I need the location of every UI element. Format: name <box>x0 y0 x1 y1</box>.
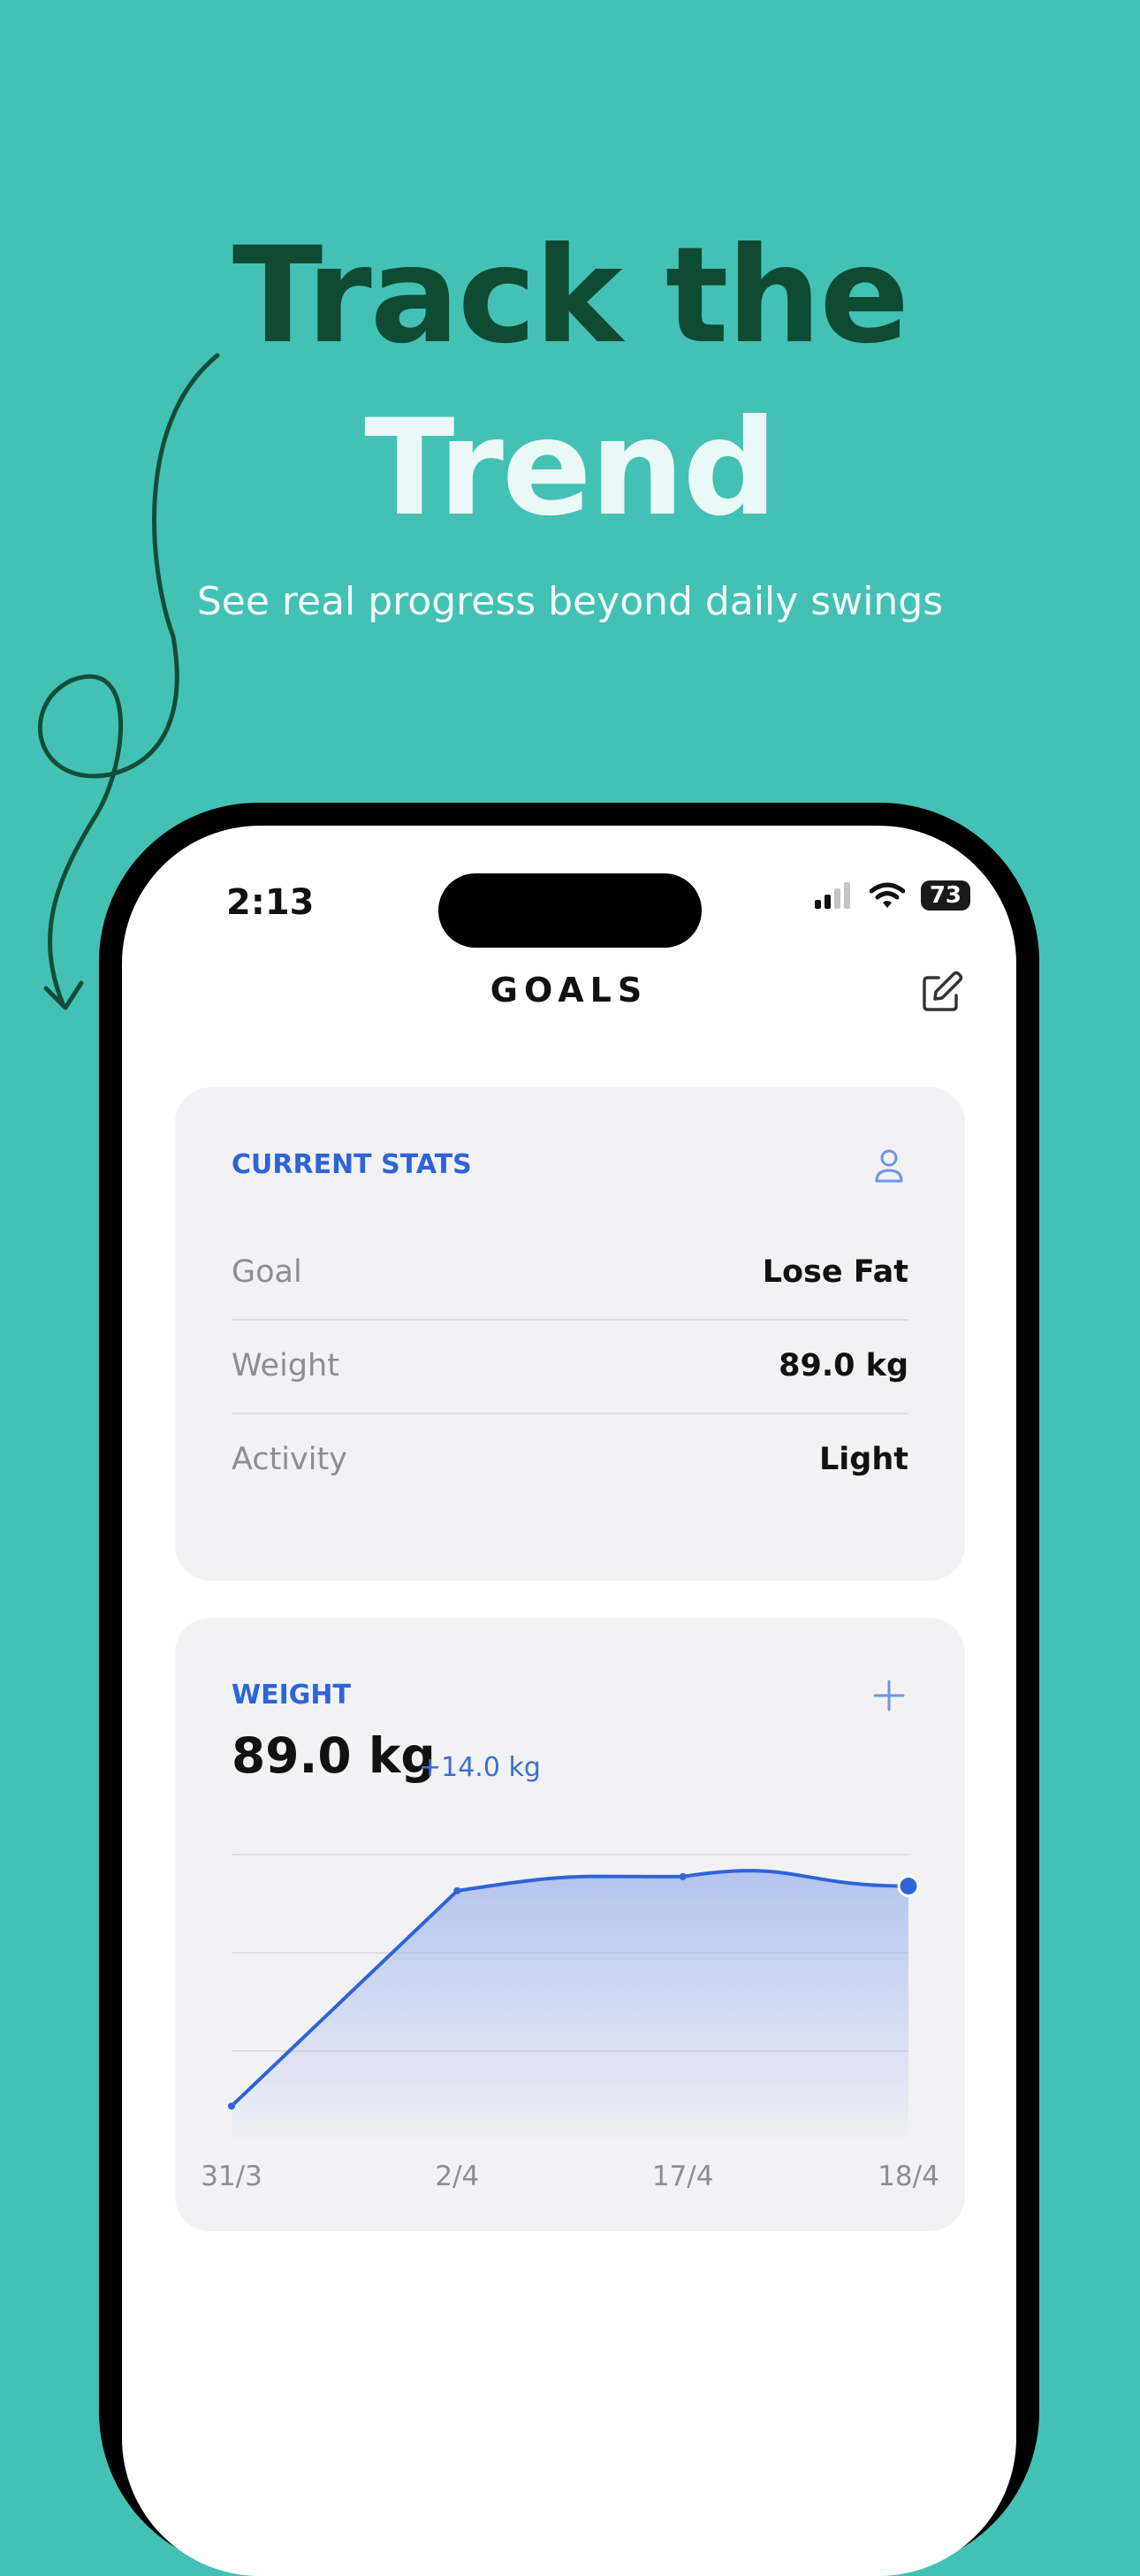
hero-title-line1: Track the <box>232 219 909 373</box>
page-title: GOALS <box>490 971 649 1010</box>
battery-icon: 73 <box>920 880 970 911</box>
edit-icon[interactable] <box>917 967 967 1017</box>
stat-row-weight: Weight 89.0 kg <box>232 1319 908 1414</box>
stat-value: 89.0 kg <box>779 1348 908 1383</box>
status-icons: 73 <box>814 880 970 911</box>
chart-x-label: 18/4 <box>878 2161 939 2192</box>
current-stats-label: CURRENT STATS <box>232 1149 472 1180</box>
phone-frame: 2:13 73 GOALS CURRENT STATS Goal Lose Fa… <box>99 803 1039 2576</box>
weight-card: WEIGHT 89.0 kg +14.0 kg 31/3 2/4 17/4 18/4 <box>175 1618 965 2231</box>
chart-x-label: 17/4 <box>652 2161 714 2192</box>
wifi-icon <box>869 882 905 908</box>
stat-row-goal: Goal Lose Fat <box>232 1225 908 1321</box>
stat-key: Activity <box>232 1442 347 1477</box>
chart-point <box>228 2102 235 2110</box>
chart-point <box>897 1875 920 1898</box>
stat-key: Goal <box>232 1254 302 1290</box>
phone-screen: 2:13 73 GOALS CURRENT STATS Goal Lose Fa… <box>122 826 1016 2576</box>
stat-value: Lose Fat <box>762 1254 908 1290</box>
chart-x-label: 31/3 <box>201 2161 262 2192</box>
weight-chart: 31/3 2/4 17/4 18/4 <box>201 1854 939 2192</box>
signal-icon <box>814 882 850 909</box>
chart-x-label: 2/4 <box>435 2161 479 2192</box>
status-time: 2:13 <box>226 882 315 923</box>
current-stats-card: CURRENT STATS Goal Lose Fat Weight 89.0 … <box>175 1087 965 1581</box>
hero-subtitle: See real progress beyond daily swings <box>196 579 944 624</box>
dynamic-island <box>438 873 702 948</box>
chart-point <box>679 1872 687 1880</box>
stat-value: Light <box>818 1442 908 1477</box>
chart-area <box>232 1871 908 2138</box>
hero-title-line2: Trend <box>364 392 778 545</box>
stat-row-activity: Activity Light <box>232 1413 908 1506</box>
stat-key: Weight <box>232 1348 339 1383</box>
chart-point <box>453 1886 461 1894</box>
person-icon[interactable] <box>868 1144 910 1186</box>
